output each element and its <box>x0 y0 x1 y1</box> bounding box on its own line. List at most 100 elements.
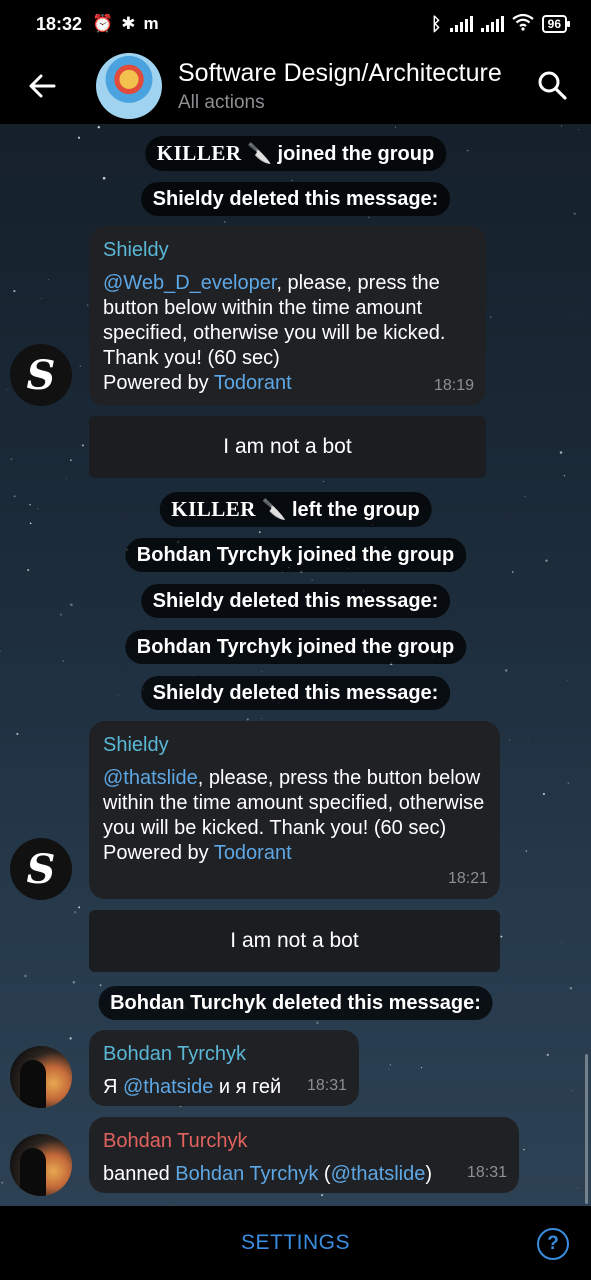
star <box>72 981 76 984</box>
chat-header: Software Design/Architecture All actions <box>0 48 591 124</box>
service-text: joined the group <box>277 143 435 165</box>
star <box>525 850 528 852</box>
star <box>13 290 16 293</box>
message-bubble[interactable]: Bohdan Turchyk banned Bohdan Tyrchyk (@t… <box>89 1117 519 1193</box>
star <box>524 496 526 498</box>
star <box>505 669 508 672</box>
service-message-joined: Bohdan Tyrchyk joined the group <box>124 538 467 572</box>
back-arrow-icon[interactable] <box>0 72 84 100</box>
star <box>173 1204 175 1205</box>
star <box>542 792 546 796</box>
mention-link[interactable]: @thatside <box>123 1076 213 1098</box>
star <box>29 504 31 506</box>
star <box>81 444 84 447</box>
search-icon[interactable] <box>535 68 569 102</box>
not-a-bot-button[interactable]: I am not a bot <box>89 416 486 478</box>
star <box>59 613 63 616</box>
service-text: left the group <box>291 499 420 521</box>
star <box>27 569 30 572</box>
star <box>560 125 563 127</box>
group-title: Software Design/Architecture <box>178 58 502 87</box>
star <box>261 718 263 719</box>
scrollbar[interactable] <box>585 1054 588 1204</box>
star <box>1 1181 4 1184</box>
message-time: 18:21 <box>447 870 488 887</box>
service-message-left: KILLER 🔪 left the group <box>159 492 432 527</box>
signal-icon-2 <box>480 16 504 32</box>
service-user: KILLER <box>156 141 242 165</box>
star <box>569 986 573 990</box>
group-avatar[interactable] <box>96 53 162 119</box>
message-text: @Web_D_eveloper, please, press the butto… <box>103 272 446 369</box>
service-user: KILLER <box>171 497 256 521</box>
message-bubble[interactable]: Shieldy @thatslide, please, press the bu… <box>89 721 500 899</box>
todorant-link[interactable]: Todorant <box>214 372 292 394</box>
star <box>99 164 101 165</box>
powered-line: Powered by Todorant <box>103 372 292 394</box>
star <box>16 732 19 736</box>
service-message-deleted: Shieldy deleted this message: <box>140 676 451 710</box>
status-right: ᛒ 96 <box>430 13 571 36</box>
service-message-joined: Bohdan Tyrchyk joined the group <box>124 630 467 664</box>
mention-link[interactable]: @Web_D_eveloper <box>103 272 276 294</box>
star <box>282 572 283 574</box>
star <box>7 389 9 390</box>
service-message-deleted: Bohdan Turchyk deleted this message: <box>98 986 493 1020</box>
star <box>223 221 226 223</box>
shieldy-avatar[interactable]: S <box>10 838 72 900</box>
not-a-bot-button[interactable]: I am not a bot <box>89 910 500 972</box>
star <box>559 451 563 454</box>
star <box>546 1053 549 1057</box>
star <box>316 1021 319 1025</box>
settings-button[interactable]: SETTINGS <box>241 1231 350 1255</box>
star <box>37 508 39 510</box>
star <box>73 910 77 914</box>
mention-link[interactable]: @thatslide <box>103 767 198 789</box>
star <box>388 1069 390 1071</box>
message-bubble[interactable]: Bohdan Tyrchyk Я @thatside и я гей 18:31 <box>89 1030 359 1106</box>
star <box>41 298 43 300</box>
star <box>578 129 580 131</box>
todorant-link[interactable]: Todorant <box>214 842 292 864</box>
star <box>528 738 529 740</box>
star <box>571 1090 573 1092</box>
star <box>566 680 568 681</box>
star <box>466 149 469 152</box>
message-time: 18:19 <box>433 377 474 394</box>
star <box>394 126 397 128</box>
star <box>563 474 566 477</box>
message-text: banned Bohdan Tyrchyk (@thatslide) <box>103 1163 433 1185</box>
star <box>321 1194 324 1197</box>
star <box>386 132 388 133</box>
header-titles[interactable]: Software Design/Architecture All actions <box>178 59 528 114</box>
message-bubble[interactable]: Shieldy @Web_D_eveloper, please, press t… <box>89 226 486 406</box>
star <box>97 125 101 129</box>
m-icon: m <box>143 14 159 33</box>
star <box>70 459 72 461</box>
status-bar: 18:32 ⏰ ✱ m ᛒ 96 <box>0 0 591 48</box>
mention-link[interactable]: @thatslide <box>331 1163 426 1185</box>
star <box>70 603 73 607</box>
chat-area[interactable]: KILLER 🔪 joined the group Shieldy delete… <box>0 124 591 1206</box>
service-message-deleted: Shieldy deleted this message: <box>140 584 451 618</box>
star <box>62 660 65 662</box>
star <box>490 316 492 318</box>
star <box>523 1148 525 1151</box>
user-avatar[interactable] <box>10 1134 72 1196</box>
star <box>567 782 569 784</box>
star <box>511 571 514 573</box>
star <box>29 522 32 525</box>
star <box>102 176 106 180</box>
star <box>500 935 503 938</box>
star <box>368 216 370 219</box>
star <box>24 974 27 978</box>
help-icon[interactable]: ? <box>537 1228 569 1260</box>
star <box>0 650 1 652</box>
bluetooth-icon: ᛒ <box>430 13 442 34</box>
user-avatar[interactable] <box>10 1046 72 1108</box>
star <box>99 984 102 987</box>
knife-icon: 🔪 <box>261 499 287 521</box>
star <box>79 365 82 367</box>
shieldy-avatar[interactable]: S <box>10 344 72 406</box>
user-link[interactable]: Bohdan Tyrchyk <box>175 1163 318 1185</box>
